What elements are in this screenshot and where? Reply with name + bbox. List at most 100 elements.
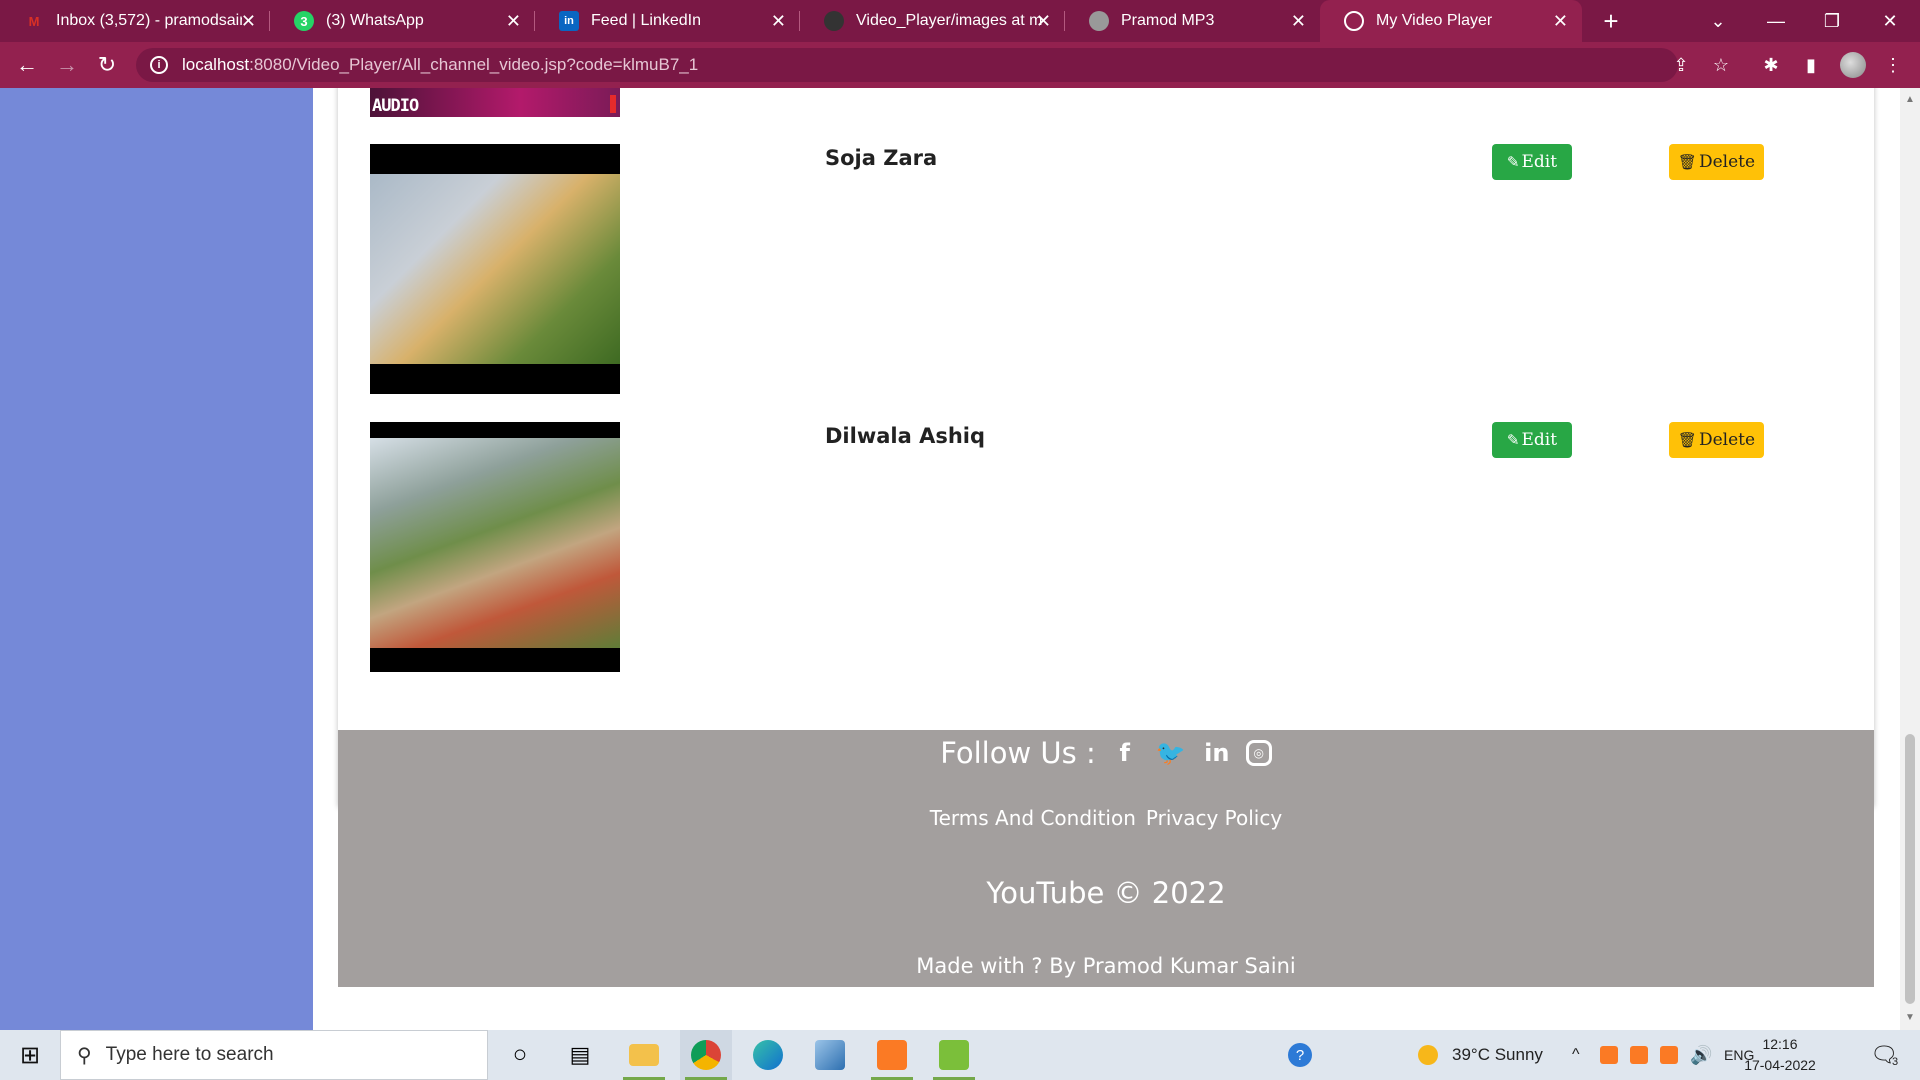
video-thumbnail[interactable] [370, 422, 620, 672]
tab-my-video-player[interactable]: My Video Player ✕ [1320, 0, 1582, 42]
twitter-icon[interactable]: 🐦 [1154, 737, 1188, 769]
chrome-logo [691, 1040, 721, 1070]
follow-us-label: Follow Us : [940, 736, 1096, 770]
taskbar-search-input[interactable]: ⚲ Type here to search [60, 1030, 488, 1080]
info-icon[interactable]: i [150, 56, 168, 74]
tray-overflow-icon[interactable]: ^ [1572, 1030, 1580, 1080]
scroll-down-icon[interactable]: ▼ [1905, 1012, 1915, 1023]
bookmark-star-icon[interactable]: ☆ [1708, 52, 1734, 78]
close-icon[interactable]: ✕ [506, 11, 521, 32]
close-icon[interactable]: ✕ [1291, 11, 1306, 32]
share-icon[interactable]: ⇪ [1668, 52, 1694, 78]
close-icon[interactable]: ✕ [1036, 11, 1051, 32]
minimize-button[interactable]: — [1748, 0, 1804, 42]
page-viewport: AUDIO Soja Zara ✎ Edit 🗑 Delete Dilwala As… [0, 88, 1920, 1030]
tab-title: Feed | LinkedIn [591, 12, 702, 29]
delete-button[interactable]: 🗑 Delete [1669, 422, 1764, 458]
edge-icon[interactable] [742, 1030, 794, 1080]
chrome-taskbar-icon[interactable] [680, 1030, 732, 1080]
xampp-icon[interactable] [866, 1030, 918, 1080]
edit-icon: ✎ [1506, 153, 1520, 171]
facebook-icon[interactable]: f [1108, 737, 1142, 769]
windows-start-icon[interactable]: ⊞ [0, 1030, 60, 1080]
tab-title: Video_Player/images at ma [856, 12, 1042, 29]
globe-icon [1089, 11, 1109, 31]
weather-widget[interactable]: 39°C Sunny [1418, 1030, 1543, 1080]
notification-center-icon[interactable]: 🗨 3 [1870, 1030, 1898, 1080]
video-title: Dilwala Ashiq [825, 424, 986, 448]
task-view-icon[interactable]: ▤ [556, 1030, 604, 1080]
whatsapp-icon: 3 [294, 11, 314, 31]
trash-icon: 🗑 [1677, 431, 1697, 449]
sun-icon [1418, 1045, 1438, 1065]
restore-button[interactable]: ❐ [1804, 0, 1860, 42]
sidebar [0, 88, 313, 1030]
notification-count: 3 [1891, 1056, 1899, 1068]
close-icon[interactable]: ✕ [771, 11, 786, 32]
video-thumbnail[interactable] [370, 144, 620, 394]
weather-text: 39°C Sunny [1452, 1045, 1543, 1064]
trash-icon: 🗑 [1677, 153, 1697, 171]
follow-us-row: Follow Us : f 🐦 in ◎ [338, 736, 1874, 770]
profile-avatar[interactable] [1840, 52, 1866, 78]
privacy-link[interactable]: Privacy Policy [1146, 806, 1282, 830]
url-path: :8080/Video_Player/All_channel_video.jsp… [249, 55, 699, 74]
video-list-card: AUDIO Soja Zara ✎ Edit 🗑 Delete Dilwala As… [338, 88, 1874, 806]
cortana-icon[interactable]: ○ [496, 1030, 544, 1080]
gmail-icon: M [28, 13, 40, 29]
audio-badge: AUDIO [372, 96, 419, 116]
cube-logo [815, 1040, 845, 1070]
tab-title: (3) WhatsApp [326, 12, 424, 29]
side-panel-icon[interactable]: ▮ [1798, 52, 1824, 78]
close-icon[interactable]: ✕ [1553, 11, 1568, 32]
video-thumbnail-partial[interactable]: AUDIO [370, 88, 620, 117]
address-bar[interactable]: i localhost:8080/Video_Player/All_channe… [136, 48, 1678, 82]
close-window-button[interactable]: ✕ [1862, 0, 1918, 42]
site-footer: Follow Us : f 🐦 in ◎ Terms And Condition… [338, 730, 1874, 987]
tray-xampp-icon-1[interactable] [1600, 1030, 1618, 1080]
scrollbar-thumb[interactable] [1905, 734, 1915, 1004]
delete-button[interactable]: 🗑 Delete [1669, 144, 1764, 180]
tray-xampp-icon-2[interactable] [1630, 1030, 1648, 1080]
tray-xampp-icon-3[interactable] [1660, 1030, 1678, 1080]
reload-icon[interactable]: ↻ [92, 50, 122, 80]
help-icon[interactable]: ? [1280, 1030, 1320, 1080]
delete-label: Delete [1698, 152, 1756, 172]
tab-github[interactable]: Video_Player/images at ma ✕ [800, 0, 1065, 42]
thumbnail-image [370, 438, 620, 648]
red-marker [610, 95, 616, 113]
tab-search-chevron-icon[interactable]: ⌄ [1690, 0, 1746, 42]
menu-icon[interactable]: ⋮ [1880, 52, 1906, 78]
tab-gmail[interactable]: M Inbox (3,572) - pramodsaini ✕ [0, 0, 270, 42]
tab-whatsapp[interactable]: 3 (3) WhatsApp ✕ [270, 0, 535, 42]
clock[interactable]: 12:16 17-04-2022 [1738, 1034, 1822, 1076]
forward-arrow-icon[interactable]: → [52, 50, 82, 80]
tab-title: Pramod MP3 [1121, 12, 1215, 29]
tab-pramod-mp3[interactable]: Pramod MP3 ✕ [1065, 0, 1320, 42]
footer-links: Terms And Condition Privacy Policy [338, 806, 1874, 830]
virtualbox-icon[interactable] [804, 1030, 856, 1080]
linkedin-icon[interactable]: in [1200, 737, 1234, 769]
page-scrollbar[interactable]: ▲ ▼ [1900, 88, 1920, 1030]
xampp-logo [877, 1040, 907, 1070]
browser-toolbar: ← → ↻ i localhost:8080/Video_Player/All_… [0, 42, 1920, 88]
notepad-icon[interactable] [928, 1030, 980, 1080]
tab-linkedin[interactable]: in Feed | LinkedIn ✕ [535, 0, 800, 42]
edit-button[interactable]: ✎ Edit [1492, 422, 1572, 458]
back-arrow-icon[interactable]: ← [12, 50, 42, 80]
close-icon[interactable]: ✕ [241, 11, 256, 32]
clock-time: 12:16 [1762, 1036, 1798, 1052]
volume-icon[interactable]: 🔊 [1690, 1030, 1712, 1080]
terms-link[interactable]: Terms And Condition [930, 806, 1136, 830]
video-title: Soja Zara [825, 146, 938, 170]
scroll-up-icon[interactable]: ▲ [1905, 94, 1915, 105]
edit-button[interactable]: ✎ Edit [1492, 144, 1572, 180]
app-logo [939, 1040, 969, 1070]
new-tab-button[interactable]: + [1583, 0, 1639, 42]
extensions-icon[interactable]: ✱ [1758, 52, 1784, 78]
edge-logo [753, 1040, 783, 1070]
instagram-icon[interactable]: ◎ [1245, 740, 1272, 766]
tab-title: Inbox (3,572) - pramodsaini [56, 12, 242, 29]
question-mark: ? [1288, 1043, 1312, 1067]
file-explorer-icon[interactable] [618, 1030, 670, 1080]
